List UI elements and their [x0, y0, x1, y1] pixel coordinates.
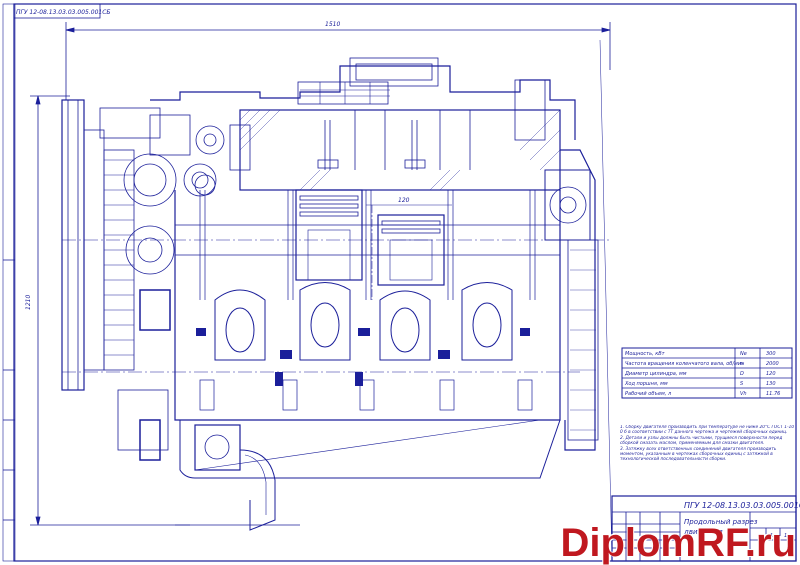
watermark-logo: DiplomRF.ru: [560, 523, 796, 563]
crank-throw-4: [461, 282, 513, 361]
left-dimension-label: 1210: [25, 295, 32, 310]
drawing-sheet: ПГУ 12-08.13.03.03.005.001СБ 1510 1210 1…: [0, 0, 800, 565]
top-stamp-text: ПГУ 12-08.13.03.03.005.001СБ: [16, 9, 111, 16]
bore-dimension-label: 120: [398, 197, 410, 204]
oil-pan: [179, 419, 561, 479]
spec-row-3-value: 120: [766, 371, 776, 377]
note-1: 1. Сборку двигателя производить при темп…: [620, 425, 795, 436]
note-3: 3. Затяжку всех ответственных соединений…: [620, 446, 777, 463]
binding-strip: [2, 3, 16, 562]
cylinder-head: [239, 109, 561, 191]
watermark-main: Diplom: [560, 521, 696, 565]
spec-row-2-value: 2000: [766, 361, 779, 367]
spec-row-1-param: Мощность, кВт: [625, 351, 666, 357]
spec-row-3-param: Диаметр цилиндра, мм: [624, 371, 687, 377]
oil-pump: [194, 424, 241, 471]
spec-row-2-symbol: n: [740, 361, 743, 367]
spec-row-5-value: 11.76: [766, 391, 780, 397]
piston-2: [377, 214, 445, 286]
front-gear-1: [123, 153, 177, 207]
engine-block: [174, 190, 561, 421]
top-dimension-label: 1510: [325, 21, 340, 28]
piston-1: [295, 189, 363, 281]
crank-throw-2: [299, 282, 351, 361]
technical-notes: 1. Сборку двигателя производить при темп…: [620, 425, 795, 463]
spec-row-5-symbol: Vh: [740, 391, 747, 397]
spec-row-4-param: Ход поршня, мм: [624, 381, 668, 387]
cylinder-head-outline: [150, 65, 576, 140]
watermark-accent: RF.ru: [696, 521, 796, 565]
spec-row-3-symbol: D: [740, 371, 744, 377]
spec-row-4-value: 130: [766, 381, 776, 387]
crank-throw-3: [379, 290, 431, 361]
fan-hub: [61, 99, 85, 391]
note-2: 2. Детали и узлы должны быть чистыми, тр…: [620, 435, 783, 447]
engine-cross-section-drawing: ПГУ 12-08.13.03.03.005.001СБ 1510 1210 1…: [2, 3, 800, 562]
spec-row-4-symbol: S: [740, 381, 744, 387]
spec-row-1-symbol: Ne: [740, 351, 747, 357]
crank-throw-1: [214, 289, 266, 361]
spec-row-1-value: 300: [766, 351, 776, 357]
title-block-doc-number: ПГУ 12-08.13.03.03.005.001СБ: [684, 501, 800, 510]
spec-row-5-param: Рабочий объем, л: [625, 391, 672, 397]
spec-row-2-param: Частота вращения коленчатого вала, об/ми…: [625, 361, 745, 367]
